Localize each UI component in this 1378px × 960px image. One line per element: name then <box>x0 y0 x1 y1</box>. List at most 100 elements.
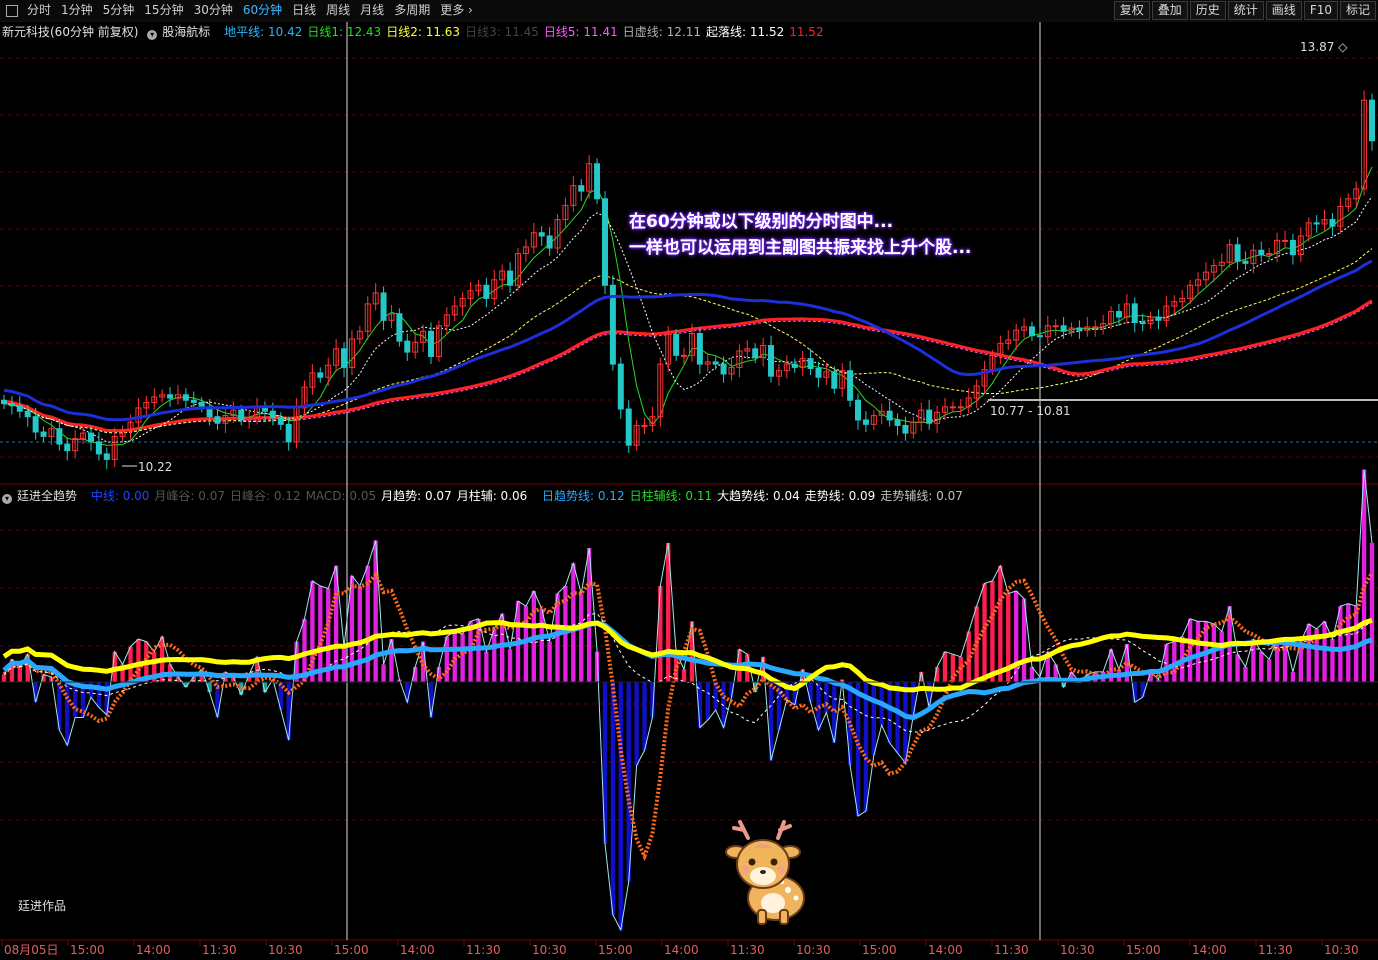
candle-body <box>1289 239 1296 256</box>
time-axis-label: 14:00 <box>400 943 435 957</box>
indicator-label: 股海航标 <box>162 25 211 39</box>
macd-bar <box>903 682 908 763</box>
range-label: 10.77 - 10.81 <box>990 404 1071 418</box>
time-axis-label: 14:00 <box>136 943 171 957</box>
macd-bar <box>871 682 877 756</box>
time-axis-label: 10:30 <box>532 943 567 957</box>
candle-body <box>546 235 553 249</box>
kline-chart[interactable]: 13.87 ◇ 10.22 10.77 - 10.81 08月05日 15:00 14:0… <box>0 0 1378 960</box>
macd-bar <box>610 682 616 915</box>
candle-body <box>1155 316 1162 321</box>
macd-bar <box>17 666 22 683</box>
macd-bar <box>768 682 774 761</box>
candle-body <box>1060 325 1067 332</box>
candle-body <box>404 340 411 353</box>
candle-body <box>238 409 245 421</box>
candle-body <box>428 330 435 357</box>
macd-bar <box>634 682 639 766</box>
candle-body <box>198 401 205 408</box>
macd-bar <box>1243 666 1248 683</box>
macd-bar <box>286 682 291 741</box>
main-legend-item-0: 地平线: 10.42 <box>224 25 303 39</box>
candle-body <box>673 334 680 356</box>
macd-outline <box>3 469 1373 932</box>
candle-body <box>341 348 348 368</box>
sub-legend-items: 中线: 0.00 月峰谷: 0.07 日峰谷: 0.12 MACD: 0.05 月趋势:… <box>91 489 532 503</box>
candle-body <box>1258 249 1265 256</box>
candle-body <box>1036 335 1043 338</box>
candle-body <box>807 358 814 369</box>
main-legend: 新元科技(60分钟 前复权) ▾ 股海航标 地平线: 10.42 日线1: 12.4… <box>2 23 834 40</box>
macd-bar <box>1140 682 1145 698</box>
macd-bar <box>863 682 869 812</box>
sub-legend-item-5: 月柱辅: 0.06 <box>456 489 528 503</box>
main-legend-item-3: 日线3: 11.45 <box>465 25 539 39</box>
candle-body <box>285 423 292 443</box>
candle-body <box>483 284 490 299</box>
macd-bar <box>460 634 465 683</box>
time-axis-label: 14:00 <box>928 943 963 957</box>
candle-body <box>24 410 31 418</box>
candle-body <box>396 313 403 342</box>
macd-bar <box>357 585 363 683</box>
dropdown-icon[interactable]: ▾ <box>147 30 158 40</box>
dropdown-icon[interactable]: ▾ <box>2 494 12 504</box>
candle-body <box>32 416 39 433</box>
sub-legend-b-item-1: 日柱辅线: 0.11 <box>629 489 713 503</box>
time-axis-label: 15:00 <box>334 943 369 957</box>
candle-body <box>578 185 585 192</box>
high-price-label: 13.87 ◇ <box>1300 40 1348 54</box>
macd-bar <box>571 563 576 683</box>
candle-body <box>791 363 798 368</box>
main-legend-items: 地平线: 10.42 日线1: 12.43 日线2: 11.63 日线3: 11.45… <box>224 25 828 39</box>
macd-bar <box>1369 542 1375 683</box>
candle-body <box>1242 260 1249 264</box>
macd-bar <box>1322 621 1327 683</box>
indicator-name[interactable]: ▾ 股海航标 <box>147 25 215 40</box>
candle-body <box>720 363 727 375</box>
trend-curve-orange <box>2 571 1374 862</box>
candle-body <box>40 431 47 437</box>
macd-bar <box>555 593 560 683</box>
candle-body <box>56 428 63 445</box>
macd-bar <box>136 639 141 683</box>
main-legend-item-1: 日线1: 12.43 <box>307 25 382 39</box>
macd-bar <box>1338 606 1343 683</box>
candle-body <box>87 432 94 443</box>
sub-legend-item-3: MACD: 0.05 <box>305 489 377 503</box>
candle-body <box>625 408 632 446</box>
candle-body <box>712 361 719 365</box>
trend-line-blue <box>3 259 1373 422</box>
candle-body <box>902 424 909 434</box>
macd-bar <box>658 585 663 683</box>
candle-body <box>886 410 893 421</box>
macd-bar <box>72 682 78 718</box>
macd-bar <box>484 651 489 683</box>
sub-indicator-label: 廷进全趋势 <box>17 489 78 503</box>
candle-body <box>1313 222 1320 225</box>
candle-body <box>831 371 838 389</box>
candle-body <box>190 399 197 403</box>
candle-body <box>1 399 7 405</box>
time-axis-label: 10:30 <box>796 943 831 957</box>
candle-body <box>167 394 174 399</box>
candle-body <box>1139 322 1146 325</box>
macd-bar <box>579 593 584 683</box>
candle-body <box>269 410 276 419</box>
sub-indicator-name[interactable]: ▾ 廷进全趋势 <box>2 489 82 504</box>
macd-bar <box>65 682 70 746</box>
candle-body <box>95 441 102 455</box>
time-axis-label: 11:30 <box>730 943 765 957</box>
macd-bar <box>1195 621 1201 683</box>
candle-body <box>768 345 775 377</box>
candle-body <box>538 232 545 237</box>
time-axis-label: 08月05日 <box>4 943 59 957</box>
time-axis-label: 10:30 <box>268 943 303 957</box>
macd-bar <box>942 651 948 683</box>
macd-bar <box>808 682 813 703</box>
candle-body <box>696 332 703 365</box>
macd-bar <box>1267 659 1272 683</box>
candle-body <box>949 406 956 409</box>
candle-body <box>261 407 268 412</box>
time-axis-label: 11:30 <box>994 943 1029 957</box>
